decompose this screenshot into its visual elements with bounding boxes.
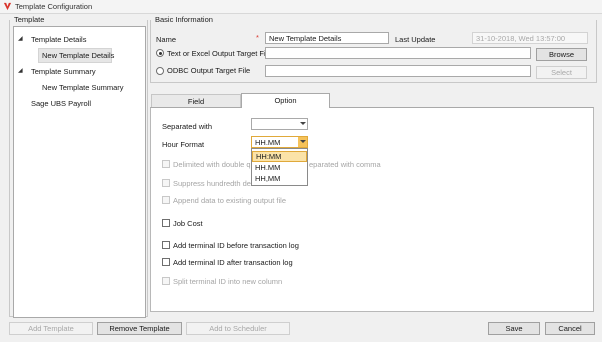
checkbox-job-cost[interactable] (162, 219, 170, 227)
odbc-path-input[interactable] (265, 65, 531, 77)
chevron-down-icon[interactable] (300, 122, 306, 126)
label-append-data: Append data to existing output file (173, 196, 286, 205)
hour-format-label: Hour Format (162, 140, 205, 149)
add-to-scheduler-button: Add to Scheduler (186, 322, 290, 335)
app-logo-icon (3, 2, 12, 11)
label-split-terminal: Split terminal ID into new column (173, 277, 283, 286)
window-title: Template Configuration (15, 2, 93, 11)
name-input[interactable]: New Template Details (265, 32, 389, 44)
tab-option[interactable]: Option (241, 93, 330, 108)
checkbox-terminal-before[interactable] (162, 241, 170, 249)
text-excel-path-input[interactable] (265, 47, 531, 59)
label-job-cost[interactable]: Job Cost (173, 219, 203, 228)
required-marker: * (256, 33, 259, 42)
label-suppress-decimal: Suppress hundredth decin (173, 179, 261, 188)
odbc-radio[interactable] (156, 67, 164, 75)
tree-item-new-template-details[interactable]: New Template Details (42, 51, 114, 60)
label-terminal-before[interactable]: Add terminal ID before transaction log (173, 241, 299, 250)
expanded-triangle-icon[interactable]: ◢ (18, 67, 23, 74)
hour-format-option[interactable]: HH,MM (252, 173, 307, 184)
last-update-field: 31-10-2018, Wed 13:57:00 (472, 32, 588, 44)
chevron-down-icon[interactable] (300, 140, 306, 144)
checkbox-terminal-after[interactable] (162, 258, 170, 266)
checkbox-append-data (162, 196, 170, 204)
add-template-button: Add Template (9, 322, 93, 335)
hour-format-option[interactable]: HH:MM (252, 151, 307, 162)
odbc-label[interactable]: ODBC Output Target File (167, 66, 250, 75)
label-terminal-after[interactable]: Add terminal ID after transaction log (173, 258, 293, 267)
save-button[interactable]: Save (488, 322, 540, 335)
hour-format-dropdown-list: HH:MM HH.MM HH,MM (251, 148, 308, 186)
tab-join (242, 107, 329, 109)
checkbox-delimited (162, 160, 170, 168)
last-update-label: Last Update (395, 35, 436, 44)
tab-field[interactable]: Field (151, 94, 241, 108)
remove-template-button[interactable]: Remove Template (97, 322, 182, 335)
checkbox-suppress-decimal (162, 179, 170, 187)
expanded-triangle-icon[interactable]: ◢ (18, 35, 23, 42)
browse-button[interactable]: Browse (536, 48, 587, 61)
tree-item-template-details[interactable]: Template Details (31, 35, 86, 44)
text-excel-label[interactable]: Text or Excel Output Target File (167, 49, 272, 58)
checkbox-split-terminal (162, 277, 170, 285)
select-button: Select (536, 66, 587, 79)
separated-with-label: Separated with (162, 122, 213, 131)
text-excel-radio[interactable] (156, 49, 164, 57)
label-delimited-end: eparated with comma (309, 160, 381, 169)
cancel-button[interactable]: Cancel (545, 322, 595, 335)
hour-format-option[interactable]: HH.MM (252, 162, 307, 173)
tree-item-sage-ubs-payroll[interactable]: Sage UBS Payroll (31, 99, 91, 108)
tree-item-new-template-summary[interactable]: New Template Summary (42, 83, 124, 92)
tree-item-template-summary[interactable]: Template Summary (31, 67, 96, 76)
name-label: Name (156, 35, 177, 44)
label-delimited-start: Delimited with double qu (173, 160, 255, 169)
